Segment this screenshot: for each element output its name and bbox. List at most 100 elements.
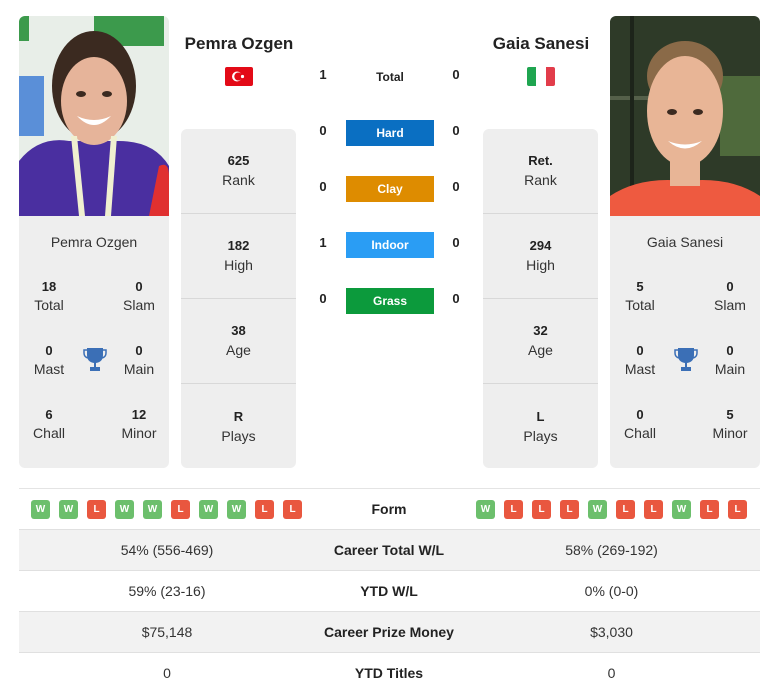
stat-label: Minor <box>121 425 157 441</box>
stat-value: 18 <box>41 279 57 294</box>
form-win-badge[interactable]: W <box>31 500 50 519</box>
player2-card-name[interactable]: Gaia Sanesi <box>610 234 760 250</box>
career-wl-label: Career Total W/L <box>333 542 445 558</box>
form-loss-badge[interactable]: L <box>255 500 274 519</box>
stat-label: Total <box>34 297 64 313</box>
player1-titles-main: 0 Main <box>109 342 169 379</box>
player1-titles-mast: 0 Mast <box>19 342 79 379</box>
stat-value: 5 <box>636 279 644 294</box>
form-loss-badge[interactable]: L <box>171 500 190 519</box>
stat-label: Slam <box>123 297 155 313</box>
divider <box>483 383 598 384</box>
player1-ytd-titles: 0 <box>163 665 171 681</box>
form-win-badge[interactable]: W <box>672 500 691 519</box>
stat-value: 6 <box>45 407 53 422</box>
player1-photo-image <box>19 16 169 216</box>
player2-form: WLLLWLLWLL <box>476 500 747 519</box>
player2-photo[interactable] <box>610 16 760 216</box>
italy-flag-icon <box>527 67 555 86</box>
player2-career-wl: 58% (269-192) <box>565 542 658 558</box>
player1-card-name[interactable]: Pemra Ozgen <box>19 234 169 250</box>
form-loss-badge[interactable]: L <box>616 500 635 519</box>
divider <box>181 298 296 299</box>
surface-hard-button[interactable]: Hard <box>346 120 434 146</box>
age-value: 32 <box>533 323 548 338</box>
form-win-badge[interactable]: W <box>143 500 162 519</box>
player2-prize-money: $3,030 <box>590 624 633 640</box>
form-loss-badge[interactable]: L <box>560 500 579 519</box>
player2-titles-minor: 5 Minor <box>700 406 760 443</box>
form-loss-badge[interactable]: L <box>700 500 719 519</box>
rank-value: 625 <box>227 153 250 168</box>
player1-titles-total: 18 Total <box>19 278 79 315</box>
player1-titles-slam: 0 Slam <box>109 278 169 315</box>
surface-clay-button[interactable]: Clay <box>346 176 434 202</box>
player2-name-link[interactable]: Gaia Sanesi <box>471 34 611 54</box>
table-row-career-wl: 54% (556-469) Career Total W/L 58% (269-… <box>19 530 760 571</box>
stat-value: 5 <box>726 407 734 422</box>
form-win-badge[interactable]: W <box>199 500 218 519</box>
stat-label: Main <box>123 361 155 377</box>
high-label: High <box>224 257 253 273</box>
player2-titles-total: 5 Total <box>610 278 670 315</box>
form-win-badge[interactable]: W <box>59 500 78 519</box>
prize-money-label: Career Prize Money <box>324 624 454 640</box>
form-win-badge[interactable]: W <box>227 500 246 519</box>
player1-titles-minor: 12 Minor <box>109 406 169 443</box>
stat-label: Minor <box>712 425 748 441</box>
player1-form: WWLWWLWWLL <box>31 500 302 519</box>
player1-age: 38 Age <box>181 322 296 360</box>
form-loss-badge[interactable]: L <box>504 500 523 519</box>
age-label: Age <box>528 342 553 358</box>
stat-value: 0 <box>636 343 644 358</box>
form-loss-badge[interactable]: L <box>532 500 551 519</box>
form-loss-badge[interactable]: L <box>728 500 747 519</box>
trophy-icon <box>674 348 698 371</box>
form-win-badge[interactable]: W <box>588 500 607 519</box>
stat-value: 0 <box>135 343 143 358</box>
player2-titles-main: 0 Main <box>700 342 760 379</box>
stat-value: 0 <box>45 343 53 358</box>
h2h-grass-p1: 0 <box>319 291 327 306</box>
stat-label: Main <box>714 361 746 377</box>
form-win-badge[interactable]: W <box>476 500 495 519</box>
stat-value: 12 <box>131 407 147 422</box>
player1-titles-chall: 6 Chall <box>19 406 79 443</box>
player2-ytd-wl: 0% (0-0) <box>584 583 639 599</box>
form-loss-badge[interactable]: L <box>644 500 663 519</box>
high-value: 294 <box>529 238 552 253</box>
form-win-badge[interactable]: W <box>115 500 134 519</box>
surface-indoor-button[interactable]: Indoor <box>346 232 434 258</box>
player2-titles-mast: 0 Mast <box>610 342 670 379</box>
stat-label: Chall <box>33 425 65 441</box>
rank-label: Rank <box>222 172 255 188</box>
player2-rank: Ret. Rank <box>483 152 598 190</box>
player2-high: 294 High <box>483 237 598 275</box>
player1-photo[interactable] <box>19 16 169 216</box>
table-row-ytd-wl: 59% (23-16) YTD W/L 0% (0-0) <box>19 571 760 612</box>
player2-titles-chall: 0 Chall <box>610 406 670 443</box>
trophy-icon <box>83 348 107 371</box>
h2h-clay-p1: 0 <box>319 179 327 194</box>
form-loss-badge[interactable]: L <box>283 500 302 519</box>
player2-ytd-titles: 0 <box>607 665 616 681</box>
player1-high: 182 High <box>181 237 296 275</box>
stat-value: 0 <box>726 279 734 294</box>
plays-label: Plays <box>523 428 558 444</box>
player2-photo-image <box>610 16 760 216</box>
player2-rank-card: Ret. Rank 294 High 32 Age L Plays <box>483 129 598 468</box>
comparison-table: WWLWWLWWLL Form WLLLWLLWLL 54% (556-469)… <box>19 488 760 694</box>
h2h-total-label: Total <box>376 70 404 84</box>
player1-name-link[interactable]: Pemra Ozgen <box>169 34 309 54</box>
player2-plays: L Plays <box>483 408 598 446</box>
player1-career-wl: 54% (556-469) <box>120 542 214 558</box>
form-loss-badge[interactable]: L <box>87 500 106 519</box>
player2-titles-card: Gaia Sanesi 5 Total 0 Slam 0 Mast 0 Main… <box>610 216 760 468</box>
surface-grass-button[interactable]: Grass <box>346 288 434 314</box>
form-label: Form <box>371 501 407 517</box>
divider <box>483 298 598 299</box>
stat-label: Mast <box>624 361 656 377</box>
turkey-flag-icon <box>225 67 253 86</box>
player2-titles-slam: 0 Slam <box>700 278 760 315</box>
stat-label: Total <box>625 297 655 313</box>
